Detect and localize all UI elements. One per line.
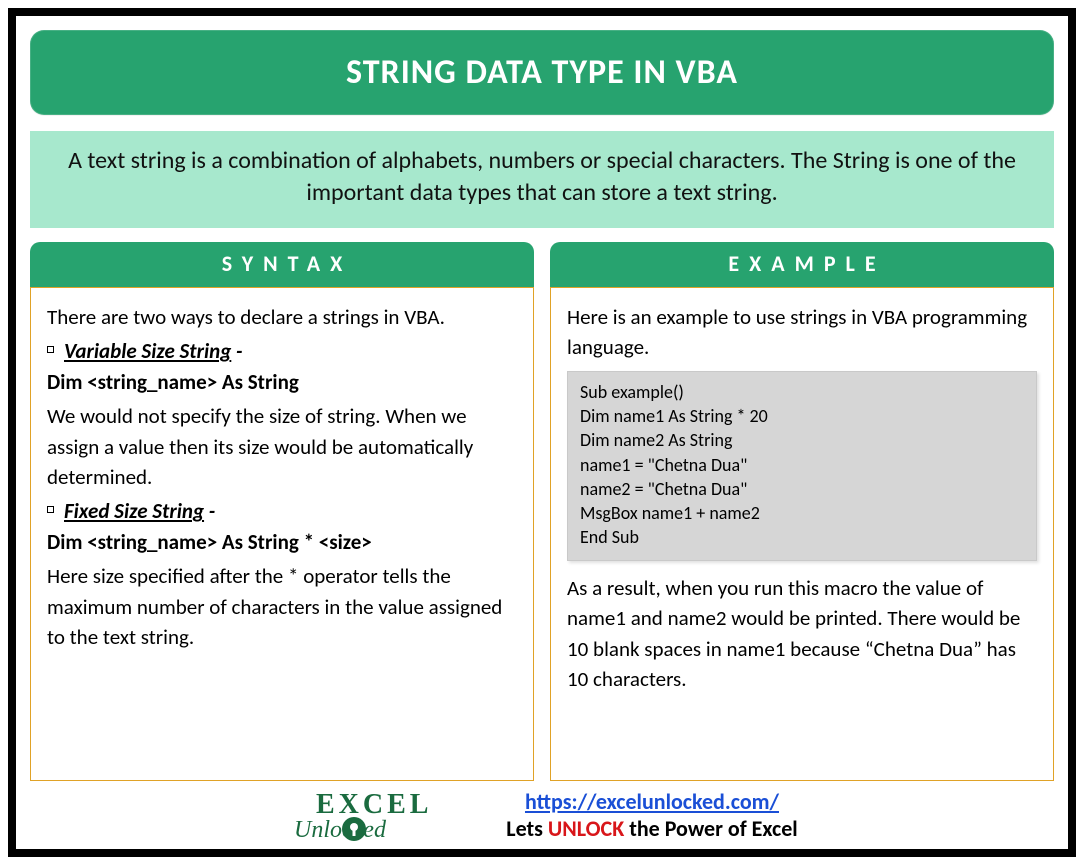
- bullet-icon: [47, 506, 54, 513]
- logo-svg: EXCEL Unlocked: [286, 785, 486, 845]
- syntax-bullet-1: Variable Size String -: [47, 336, 517, 366]
- syntax-item2-declaration: Dim <string_name> As String * <size>: [47, 527, 517, 557]
- syntax-lead: There are two ways to declare a strings …: [47, 302, 517, 332]
- syntax-item2-dash: -: [204, 498, 215, 524]
- example-lead: Here is an example to use strings in VBA…: [567, 302, 1037, 363]
- syntax-tab: SYNTAX: [30, 242, 534, 287]
- logo-text-top: EXCEL: [316, 789, 432, 820]
- syntax-item1-dash: -: [231, 338, 242, 364]
- tagline-unlock: UNLOCK: [548, 815, 624, 842]
- excel-unlocked-logo: EXCEL Unlocked: [286, 785, 486, 845]
- keyhole-slot-icon: [353, 829, 356, 836]
- example-code: Sub example() Dim name1 As String * 20 D…: [567, 371, 1037, 561]
- syntax-box: There are two ways to declare a strings …: [30, 287, 534, 781]
- page-title: STRING DATA TYPE IN VBA: [30, 30, 1054, 115]
- logo-text-bottom: Unlocked: [294, 817, 387, 843]
- example-result: As a result, when you run this macro the…: [567, 573, 1037, 695]
- syntax-item1-title: Variable Size String: [64, 338, 231, 364]
- intro-box: A text string is a combination of alphab…: [30, 131, 1054, 228]
- syntax-item1-declaration: Dim <string_name> As String: [47, 367, 517, 397]
- footer-tagline: Lets UNLOCK the Power of Excel: [506, 815, 797, 843]
- example-box: Here is an example to use strings in VBA…: [550, 287, 1054, 781]
- tagline-post: the Power of Excel: [624, 815, 797, 842]
- footer-link[interactable]: https://excelunlocked.com/: [525, 788, 779, 815]
- syntax-item1-desc: We would not specify the size of string.…: [47, 401, 517, 492]
- columns: SYNTAX There are two ways to declare a s…: [30, 242, 1054, 781]
- syntax-column: SYNTAX There are two ways to declare a s…: [30, 242, 534, 781]
- tagline-pre: Lets: [506, 815, 548, 842]
- document-frame: STRING DATA TYPE IN VBA A text string is…: [8, 8, 1076, 857]
- syntax-item2-desc: Here size specified after the * operator…: [47, 561, 517, 652]
- syntax-item1-heading: Variable Size String -: [64, 336, 242, 366]
- example-column: EXAMPLE Here is an example to use string…: [550, 242, 1054, 781]
- syntax-item2-heading: Fixed Size String -: [64, 496, 215, 526]
- syntax-item2-title: Fixed Size String: [64, 498, 204, 524]
- footer: EXCEL Unlocked https://excelunlocked.com…: [30, 781, 1054, 845]
- example-tab: EXAMPLE: [550, 242, 1054, 287]
- syntax-bullet-2: Fixed Size String -: [47, 496, 517, 526]
- bullet-icon: [47, 346, 54, 353]
- footer-text: https://excelunlocked.com/ Lets UNLOCK t…: [506, 788, 797, 843]
